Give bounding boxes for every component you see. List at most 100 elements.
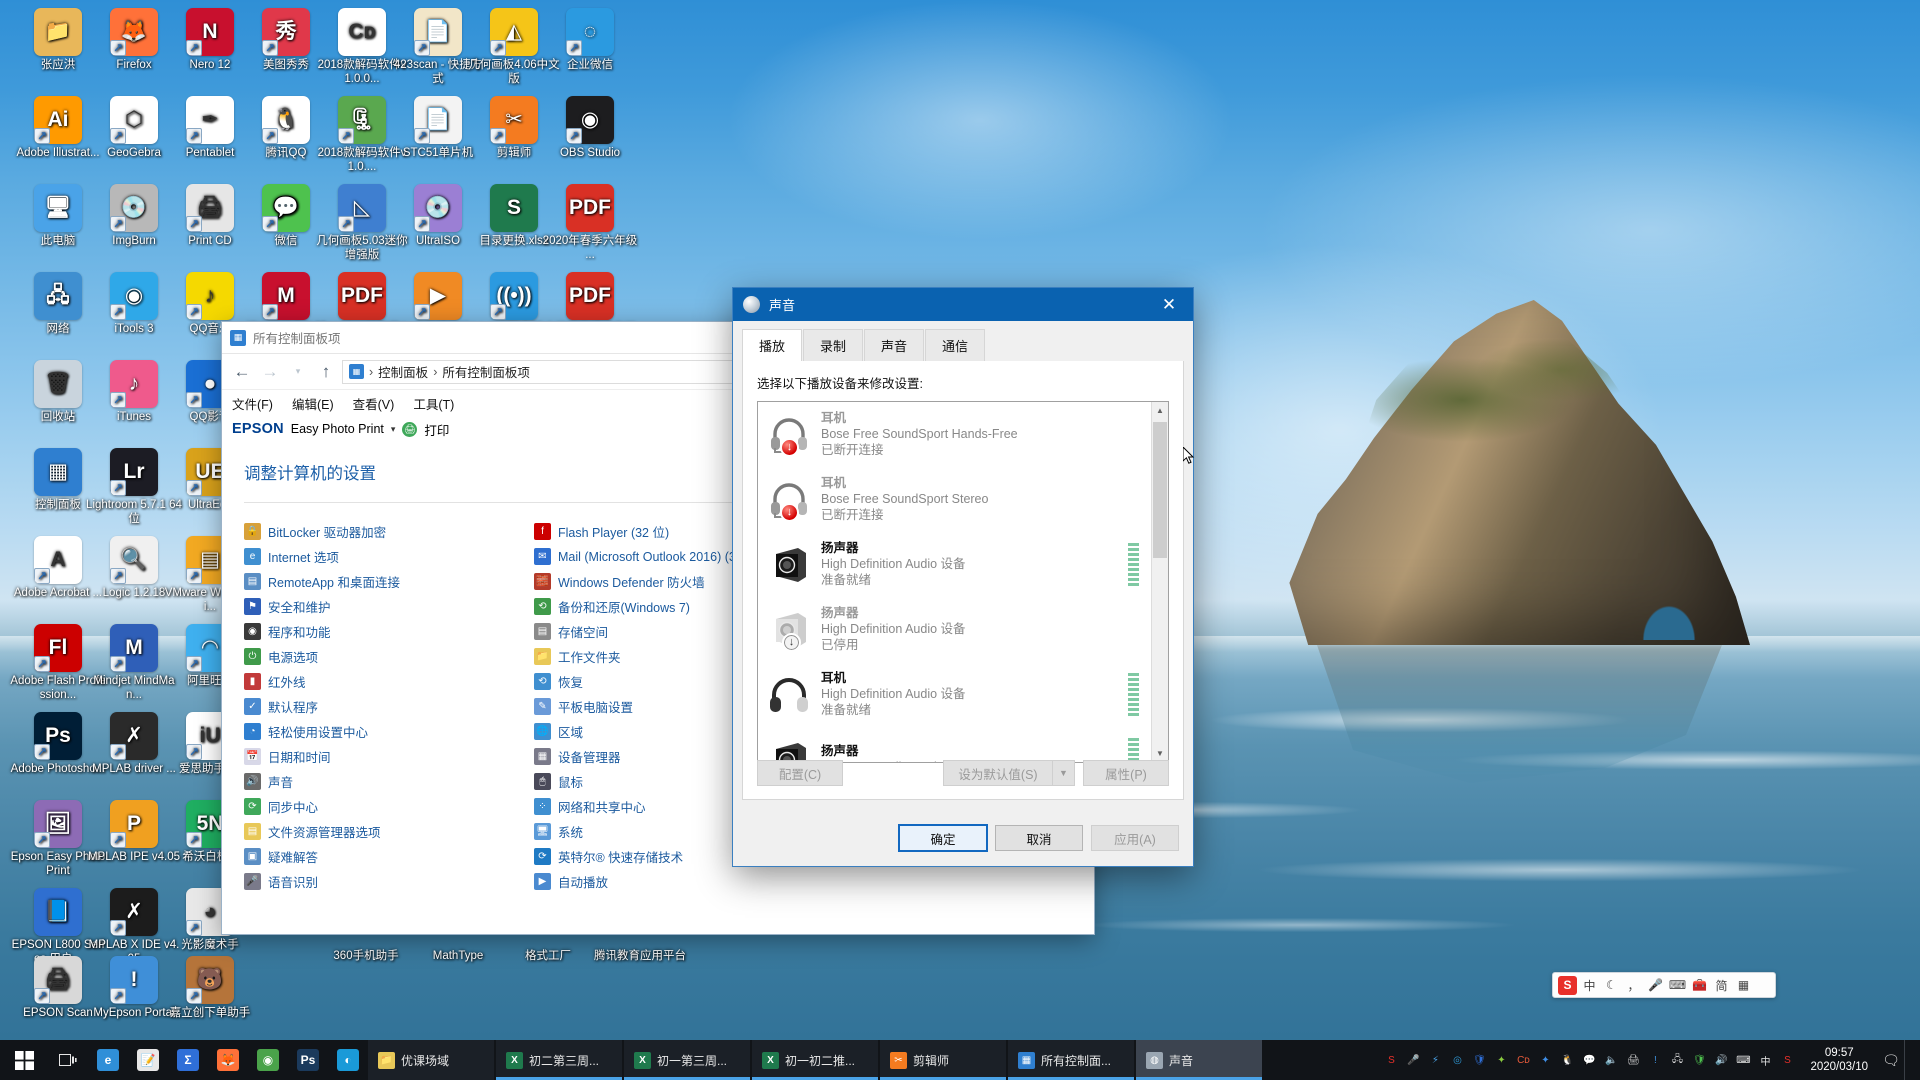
control-panel-item[interactable]: ▤ RemoteApp 和桌面连接 — [244, 569, 534, 594]
taskbar-task-video-editor-icon[interactable]: ✂ 剪辑师 — [880, 1040, 1006, 1080]
taskbar-internet-explorer-icon[interactable]: e — [88, 1040, 128, 1080]
control-panel-item[interactable]: ▤ 文件资源管理器选项 — [244, 819, 534, 844]
taskbar-firefox-icon[interactable]: 🦊 — [208, 1040, 248, 1080]
menu-view[interactable]: 查看(V) — [353, 394, 395, 413]
sogou-pinyin-icon[interactable]: S — [1776, 1047, 1798, 1073]
windows-start-icon[interactable] — [0, 1040, 48, 1080]
recent-locations-button[interactable]: ▾ — [286, 360, 310, 384]
tab-播放[interactable]: 播放 — [742, 329, 803, 362]
task-view-icon[interactable] — [48, 1040, 88, 1080]
qq-penguin-icon[interactable]: 🐧 — [1556, 1047, 1578, 1073]
grid-icon[interactable]: ▦ — [1734, 976, 1753, 995]
menu-edit[interactable]: 编辑(E) — [292, 394, 334, 413]
control-panel-item[interactable]: 🔊 声音 — [244, 769, 534, 794]
thunder-download-icon[interactable]: ⚡ — [1424, 1047, 1446, 1073]
shield-blue-icon[interactable]: 🛡 — [1468, 1047, 1490, 1073]
desktop-icon-mathtype-icon[interactable]: MathType — [410, 950, 506, 964]
microphone-icon[interactable]: 🎤 — [1646, 976, 1665, 995]
volume-icon[interactable]: 🔊 — [1710, 1047, 1732, 1073]
network-icon[interactable]: 🖧 — [1666, 1047, 1688, 1073]
back-button[interactable]: ← — [230, 360, 254, 384]
chevron-down-icon[interactable]: ▾ — [391, 424, 396, 435]
control-panel-item[interactable]: ▶ 自动播放 — [534, 869, 824, 894]
microphone-icon[interactable]: 🎤 — [1402, 1047, 1424, 1073]
device-list-scrollbar[interactable]: ▲ ▼ — [1151, 402, 1168, 762]
close-icon[interactable]: ✕ — [1147, 289, 1191, 320]
control-panel-item[interactable]: ✓ 默认程序 — [244, 694, 534, 719]
tab-声音[interactable]: 声音 — [864, 329, 925, 361]
desktop-icon-360-mobile-assistant-icon[interactable]: 360手机助手 — [318, 950, 414, 964]
control-panel-item[interactable]: ⟳ 同步中心 — [244, 794, 534, 819]
playback-device-list[interactable]: ↓ 耳机 Bose Free SoundSport Hands-Free 已断开连接 ↓… — [757, 401, 1169, 763]
chinese-mode-icon[interactable]: 中 — [1580, 976, 1599, 995]
sound-dialog[interactable]: 声音 ✕ 播放 录制 声音 通信 选择以下播放设备来修改设置: ↓ 耳机 Bose Fre… — [733, 288, 1193, 866]
taskbar-notepad-document-icon[interactable]: 📝 — [128, 1040, 168, 1080]
sogou-input-icon[interactable]: S — [1380, 1047, 1402, 1073]
chevron-up-icon[interactable]: ▲ — [1152, 402, 1168, 419]
menu-tools[interactable]: 工具(T) — [413, 394, 454, 413]
control-panel-item[interactable]: e Internet 选项 — [244, 544, 534, 569]
configure-button[interactable]: 配置(C) — [757, 760, 843, 786]
ime-language-bar[interactable]: S 中 ☾， 🎤 ⌨ 🧰 简 ▦ — [1552, 972, 1776, 998]
control-panel-item[interactable]: 🎤 语音识别 — [244, 869, 534, 894]
print-button-label[interactable]: 打印 — [424, 420, 449, 439]
show-desktop-button[interactable] — [1904, 1040, 1914, 1080]
tab-录制[interactable]: 录制 — [803, 329, 864, 361]
wechat-green-icon[interactable]: 💬 — [1578, 1047, 1600, 1073]
bluetooth-icon[interactable]: ✦ — [1534, 1047, 1556, 1073]
playback-device-item[interactable]: 扬声器USB PnP Audio Device — [758, 727, 1151, 762]
taskbar-qq-browser-icon[interactable]: ◐ — [328, 1040, 368, 1080]
set-default-button[interactable]: 设为默认值(S) — [943, 760, 1053, 786]
desktop-icon-jlc-order-assistant-icon[interactable]: 🐻 ↗ 嘉立创下单助手 — [162, 956, 258, 1021]
punctuation-icon[interactable]: ， — [1624, 976, 1643, 995]
control-panel-item[interactable]: 🔒 BitLocker 驱动器加密 — [244, 519, 534, 544]
playback-device-item[interactable]: 耳机 High Definition Audio 设备 准备就绪 — [758, 662, 1151, 727]
desktop-icon-pdf-file-icon[interactable]: PDF 2020年春季六年级 ... — [542, 184, 638, 262]
properties-button[interactable]: 属性(P) — [1083, 760, 1169, 786]
playback-device-item[interactable]: ↓ 耳机 Bose Free SoundSport Hands-Free 已断开连接 — [758, 402, 1151, 467]
security-shield-icon[interactable]: 🛡 — [1688, 1047, 1710, 1073]
playback-device-item[interactable]: ↓ 耳机 Bose Free SoundSport Stereo 已断开连接 — [758, 467, 1151, 532]
cancel-button[interactable]: 取消 — [995, 825, 1083, 851]
desktop-icon-tencent-education-icon[interactable]: 腾讯教育应用平台 — [592, 950, 688, 964]
speaker-small-icon[interactable]: 🔈 — [1600, 1047, 1622, 1073]
control-panel-item[interactable]: 📅 日期和时间 — [244, 744, 534, 769]
apply-button[interactable]: 应用(A) — [1091, 825, 1179, 851]
taskbar-task-control-panel-icon[interactable]: ▦ 所有控制面... — [1008, 1040, 1134, 1080]
ime-chinese-icon[interactable]: 中 — [1754, 1047, 1776, 1073]
control-panel-item[interactable]: ⚑ 安全和维护 — [244, 594, 534, 619]
control-panel-item[interactable]: ▮ 红外线 — [244, 669, 534, 694]
control-panel-item[interactable]: ⏻ 电源选项 — [244, 644, 534, 669]
taskbar-clock[interactable]: 09:57 2020/03/10 — [1800, 1046, 1878, 1074]
control-panel-item[interactable]: ◔ 轻松使用设置中心 — [244, 719, 534, 744]
forward-button[interactable]: → — [258, 360, 282, 384]
control-panel-item[interactable]: ▣ 疑难解答 — [244, 844, 534, 869]
taskbar-task-speaker-icon[interactable]: ◍ 声音 — [1136, 1040, 1262, 1080]
breadcrumb-item-1[interactable]: 所有控制面板项 — [442, 362, 530, 381]
up-button[interactable]: ↑ — [314, 360, 338, 384]
playback-device-item[interactable]: ↓ 扬声器 High Definition Audio 设备 已停用 — [758, 597, 1151, 662]
chevron-down-icon[interactable]: ▼ — [1053, 760, 1075, 786]
taskbar-mathtype-sigma-icon[interactable]: Σ — [168, 1040, 208, 1080]
sound-dialog-titlebar[interactable]: 声音 ✕ — [733, 288, 1193, 321]
taskbar-task-excel-icon[interactable]: X 初一初二推... — [752, 1040, 878, 1080]
menu-file[interactable]: 文件(F) — [232, 394, 273, 413]
scrollbar-thumb[interactable] — [1153, 422, 1167, 558]
myepson-icon[interactable]: ! — [1644, 1047, 1666, 1073]
breadcrumb-item-0[interactable]: 控制面板 — [378, 362, 428, 381]
epson-app-label[interactable]: Easy Photo Print — [291, 422, 384, 436]
taskbar-task-excel-icon[interactable]: X 初一第三周... — [624, 1040, 750, 1080]
desktop-icon-format-factory-icon[interactable]: 格式工厂 — [500, 950, 596, 964]
keyboard-icon[interactable]: ⌨ — [1668, 976, 1687, 995]
printer-icon[interactable]: 🖨 — [1622, 1047, 1644, 1073]
nvidia-icon[interactable]: ✦ — [1490, 1047, 1512, 1073]
simplified-chinese-icon[interactable]: 简 — [1712, 976, 1731, 995]
taskbar-task-folder-icon[interactable]: 📁 优课场域 — [368, 1040, 494, 1080]
sogou-logo-icon[interactable]: S — [1558, 975, 1577, 995]
cd-red-icon[interactable]: Cᴅ — [1512, 1047, 1534, 1073]
taskbar-photoshop-icon[interactable]: Ps — [288, 1040, 328, 1080]
playback-device-item[interactable]: 扬声器 High Definition Audio 设备 准备就绪 — [758, 532, 1151, 597]
desktop-icon-obs-studio-icon[interactable]: ◉ ↗ OBS Studio — [542, 96, 638, 161]
taskbar-chrome-icon[interactable]: ◉ — [248, 1040, 288, 1080]
desktop-icon-wecom-icon[interactable]: ◌ ↗ 企业微信 — [542, 8, 638, 73]
